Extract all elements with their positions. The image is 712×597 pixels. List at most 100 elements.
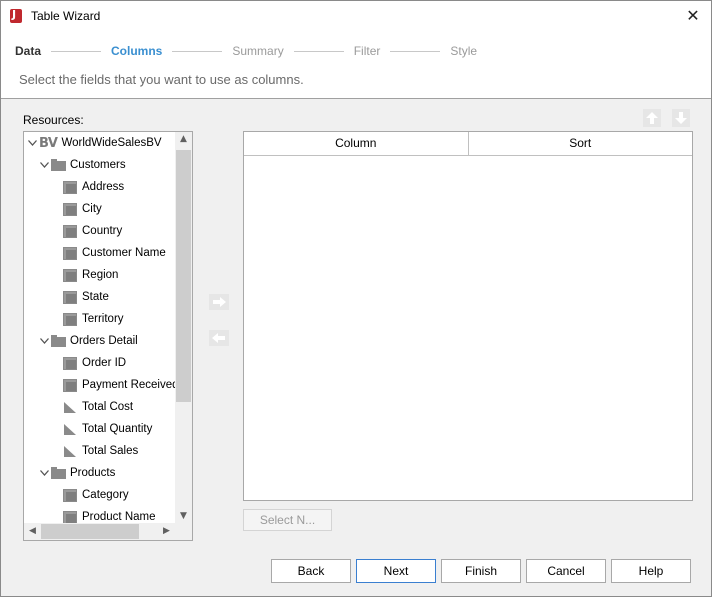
tree-item[interactable]: State xyxy=(51,288,109,306)
tree-item[interactable]: Region xyxy=(51,266,118,284)
tree-item-label: Order ID xyxy=(82,357,127,369)
tree-item-label: City xyxy=(82,203,102,215)
tree-item[interactable]: Orders Detail xyxy=(39,332,138,350)
tree-item[interactable]: Territory xyxy=(51,310,124,328)
title-bar: Table Wizard ✕ xyxy=(1,1,711,31)
scroll-up-icon[interactable]: ▲ xyxy=(175,134,192,144)
move-down-button[interactable] xyxy=(671,108,691,128)
folder-icon xyxy=(51,467,66,479)
tree-item[interactable]: Total Cost xyxy=(51,398,133,416)
scroll-thumb[interactable] xyxy=(41,524,139,539)
tree-item-label: Customer Name xyxy=(82,247,166,259)
field-icon xyxy=(63,202,77,216)
window-title: Table Wizard xyxy=(31,9,101,23)
wizard-steps: Data Columns Summary Filter Style xyxy=(15,43,477,59)
arrow-down-icon xyxy=(672,109,690,127)
select-n-button[interactable]: Select N... xyxy=(243,509,332,531)
folder-icon xyxy=(51,335,66,347)
step-divider xyxy=(51,50,102,52)
tree-item-label: Customers xyxy=(70,159,126,171)
resources-tree[interactable]: BV WorldWideSalesBV Customers Address City Co… xyxy=(23,131,193,541)
close-icon[interactable]: ✕ xyxy=(683,6,703,26)
next-button[interactable]: Next xyxy=(356,559,436,583)
chevron-down-icon[interactable] xyxy=(39,468,49,478)
wizard-header: Data Columns Summary Filter Style Select… xyxy=(1,31,711,99)
tree-item[interactable]: City xyxy=(51,200,102,218)
step-summary[interactable]: Summary xyxy=(232,44,283,58)
step-divider xyxy=(390,50,441,52)
tree-item-label: Country xyxy=(82,225,123,237)
finish-button[interactable]: Finish xyxy=(441,559,521,583)
tree-item-label: Orders Detail xyxy=(70,335,138,347)
back-button[interactable]: Back xyxy=(271,559,351,583)
tree-item[interactable]: Category xyxy=(51,486,129,504)
tree-item-label: Total Cost xyxy=(82,401,134,413)
tree-item-label: Products xyxy=(70,467,116,479)
tree-item-label: Category xyxy=(82,489,129,501)
step-style[interactable]: Style xyxy=(450,44,477,58)
field-icon xyxy=(63,246,77,260)
tree-item[interactable]: Country xyxy=(51,222,122,240)
field-icon xyxy=(63,290,77,304)
tree-item[interactable]: Total Sales xyxy=(51,442,138,460)
tree-item-label: Total Sales xyxy=(82,445,139,457)
field-icon xyxy=(63,356,77,370)
column-header-column[interactable]: Column xyxy=(244,132,469,155)
chevron-down-icon[interactable] xyxy=(39,336,49,346)
step-columns[interactable]: Columns xyxy=(111,44,162,58)
step-data[interactable]: Data xyxy=(15,44,41,58)
tree-item[interactable]: Customers xyxy=(39,156,126,174)
scroll-left-icon[interactable]: ◀ xyxy=(24,526,41,536)
scroll-corner xyxy=(175,523,192,540)
tree-item-label: Territory xyxy=(82,313,124,325)
column-header-sort[interactable]: Sort xyxy=(469,132,693,155)
scroll-right-icon[interactable]: ▶ xyxy=(158,526,175,536)
chevron-down-icon[interactable] xyxy=(27,138,37,148)
step-divider xyxy=(293,50,344,52)
move-up-button[interactable] xyxy=(642,108,662,128)
field-icon xyxy=(63,268,77,282)
table-wizard-dialog: Table Wizard ✕ Data Columns Summary Filt… xyxy=(0,0,712,597)
step-divider xyxy=(172,50,223,52)
add-column-button[interactable] xyxy=(209,292,229,312)
report-app-icon xyxy=(10,8,22,23)
arrow-left-icon xyxy=(209,330,229,346)
tree-item-label: Payment Received xyxy=(82,379,179,391)
field-icon xyxy=(63,378,77,392)
field-icon xyxy=(63,510,77,524)
folder-icon xyxy=(51,159,66,171)
chevron-down-icon[interactable] xyxy=(39,160,49,170)
remove-column-button[interactable] xyxy=(209,328,229,348)
tree-item-label: Region xyxy=(82,269,119,281)
business-view-icon: BV xyxy=(39,135,58,151)
instruction-text: Select the fields that you want to use a… xyxy=(19,72,304,87)
tree-item-label: Total Quantity xyxy=(82,423,153,435)
measure-icon xyxy=(63,445,77,458)
vertical-scrollbar[interactable]: ▲ ▼ xyxy=(175,132,192,523)
tree-item-label: Product Name xyxy=(82,511,156,523)
tree-item[interactable]: BV WorldWideSalesBV xyxy=(27,134,162,152)
columns-table[interactable]: Column Sort xyxy=(243,131,693,501)
arrow-up-icon xyxy=(643,109,661,127)
tree-item-label: Address xyxy=(82,181,125,193)
tree-item[interactable]: Order ID xyxy=(51,354,126,372)
step-filter[interactable]: Filter xyxy=(354,44,381,58)
tree-item[interactable]: Address xyxy=(51,178,124,196)
help-button[interactable]: Help xyxy=(611,559,691,583)
tree-item[interactable]: Payment Received xyxy=(51,376,179,394)
arrow-right-icon xyxy=(209,294,229,310)
field-icon xyxy=(63,224,77,238)
scroll-thumb[interactable] xyxy=(176,150,191,402)
tree-item[interactable]: Products xyxy=(39,464,115,482)
tree-item[interactable]: Total Quantity xyxy=(51,420,152,438)
columns-table-header: Column Sort xyxy=(244,132,692,156)
horizontal-scrollbar[interactable]: ◀ ▶ xyxy=(24,523,175,540)
field-icon xyxy=(63,312,77,326)
field-icon xyxy=(63,488,77,502)
scroll-down-icon[interactable]: ▼ xyxy=(175,511,192,521)
cancel-button[interactable]: Cancel xyxy=(526,559,606,583)
measure-icon xyxy=(63,423,77,436)
tree-item[interactable]: Customer Name xyxy=(51,244,166,262)
field-icon xyxy=(63,180,77,194)
resources-label: Resources: xyxy=(23,113,84,127)
